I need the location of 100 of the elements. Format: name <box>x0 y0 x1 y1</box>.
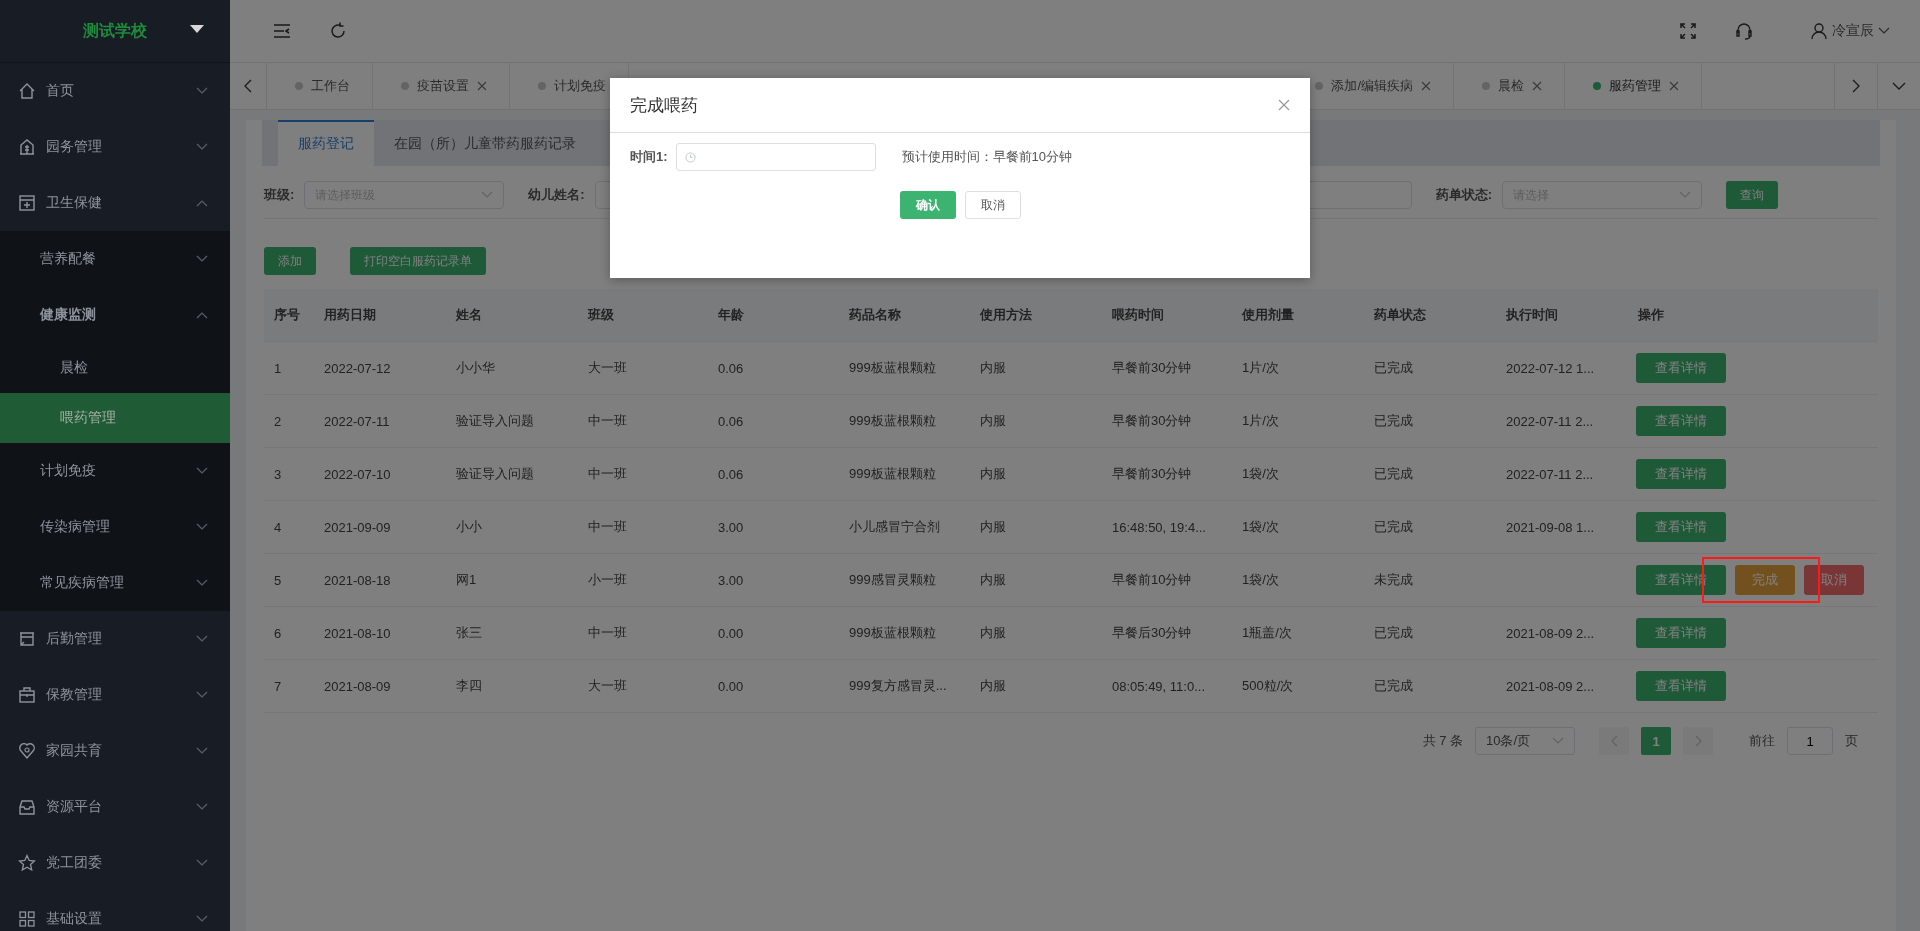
chevron-down-icon[interactable] <box>1878 27 1890 35</box>
close-icon[interactable] <box>1669 81 1679 91</box>
close-icon[interactable] <box>1532 81 1542 91</box>
sidebar-item[interactable]: 基础设置 <box>0 891 230 931</box>
table-cell: 早餐前30分钟 <box>1112 413 1192 428</box>
column-header: 班级 <box>586 306 615 324</box>
table-cell: 0.06 <box>718 413 744 429</box>
table-cell: 内服 <box>980 413 1006 428</box>
filter-label: 药单状态: <box>1435 186 1492 204</box>
inbox-icon <box>18 798 36 816</box>
clock-icon <box>684 151 696 163</box>
cancel-button[interactable]: 取消 <box>964 191 1021 219</box>
school-name: 测试学校 <box>83 20 147 41</box>
table-cell: 500粒/次 <box>1242 678 1294 693</box>
dot-icon <box>538 82 546 90</box>
table-cell: 2021-08-09 2... <box>1506 678 1595 694</box>
sidebar-item[interactable]: 晨检 <box>0 343 230 393</box>
page-tab[interactable]: 工作台 <box>267 63 373 109</box>
table-cell: 早餐后30分钟 <box>1112 625 1192 640</box>
action-button[interactable]: 打印空白服药记录单 <box>350 247 486 275</box>
sidebar-item[interactable]: 传染病管理 <box>0 499 230 555</box>
star-icon <box>18 854 36 872</box>
chevron-left-icon <box>1610 735 1618 747</box>
table-cell: 已完成 <box>1374 625 1413 640</box>
table-cell: 2 <box>274 413 282 429</box>
sidebar-item[interactable]: 首页 <box>0 63 230 119</box>
close-icon[interactable] <box>477 81 487 91</box>
page-tab[interactable]: 疫苗设置 <box>373 63 510 109</box>
chevron-right-icon <box>1852 79 1860 93</box>
table-cell: 2022-07-12 <box>324 360 391 376</box>
home-icon <box>18 82 36 100</box>
dot-icon <box>1315 82 1324 90</box>
content-tab[interactable]: 服药登记 <box>278 120 374 166</box>
sidebar-item[interactable]: 保教管理 <box>0 667 230 723</box>
table-cell: 已完成 <box>1374 360 1413 375</box>
view-button[interactable]: 查看详情 <box>1636 406 1726 436</box>
page-button[interactable]: 1 <box>1641 727 1671 755</box>
search-button[interactable]: 查询 <box>1726 181 1778 209</box>
table-cell: 早餐前30分钟 <box>1112 360 1192 375</box>
sidebar-item[interactable]: 资源平台 <box>0 779 230 835</box>
sidebar-item[interactable]: 喂药管理 <box>0 393 230 443</box>
caret-icon[interactable] <box>190 25 204 33</box>
column-header: 序号 <box>273 306 301 324</box>
table-cell: 早餐前10分钟 <box>1112 572 1192 587</box>
chevron-right-icon <box>1694 735 1702 747</box>
page-tab[interactable]: 服药管理 <box>1565 63 1702 109</box>
table-cell: 已完成 <box>1374 519 1413 534</box>
user-name[interactable]: 冷宣辰 <box>1832 22 1874 40</box>
table-cell: 验证导入问题 <box>456 413 534 428</box>
menu-icon[interactable] <box>272 21 292 41</box>
headset-icon[interactable] <box>1734 21 1754 41</box>
cancel-button[interactable]: 取消 <box>1804 565 1864 595</box>
sidebar-item[interactable]: 计划免疫 <box>0 443 230 499</box>
column-header: 姓名 <box>455 306 483 324</box>
table-cell: 0.00 <box>718 678 744 694</box>
view-button[interactable]: 查看详情 <box>1636 512 1726 542</box>
action-button[interactable]: 添加 <box>264 247 316 275</box>
chevron-left-icon <box>244 79 252 93</box>
table-cell: 1袋/次 <box>1242 572 1279 587</box>
dot-icon <box>1482 82 1490 90</box>
refresh-icon[interactable] <box>328 21 348 41</box>
page-size-select[interactable]: 10条/页 <box>1475 727 1575 755</box>
table-cell: 内服 <box>980 519 1006 534</box>
fullscreen-icon[interactable] <box>1678 21 1698 41</box>
view-button[interactable]: 查看详情 <box>1636 671 1726 701</box>
column-header: 喂药时间 <box>1111 306 1165 324</box>
column-header: 操作 <box>1637 306 1665 324</box>
column-header: 药单状态 <box>1373 306 1427 324</box>
table-cell: 999板蓝根颗粒 <box>849 413 936 428</box>
close-icon[interactable] <box>1421 81 1431 91</box>
sidebar-item[interactable]: 党工团委 <box>0 835 230 891</box>
sidebar-item[interactable]: 家园共育 <box>0 723 230 779</box>
table-cell: 999感冒灵颗粒 <box>849 572 936 587</box>
sidebar-item[interactable]: 营养配餐 <box>0 231 230 287</box>
view-button[interactable]: 查看详情 <box>1636 618 1726 648</box>
table-cell: 内服 <box>980 572 1006 587</box>
table-cell: 2021-08-10 <box>324 625 391 641</box>
table-cell: 3 <box>274 466 282 482</box>
page-input[interactable]: 1 <box>1787 727 1833 755</box>
sidebar-item[interactable]: 后勤管理 <box>0 611 230 667</box>
page-tab[interactable]: 晨检 <box>1454 63 1565 109</box>
table-cell: 内服 <box>980 466 1006 481</box>
sidebar-item[interactable]: 常见疾病管理 <box>0 555 230 611</box>
filter-label: 班级: <box>264 186 295 204</box>
column-header: 使用方法 <box>978 306 1033 324</box>
confirm-button[interactable]: 确认 <box>899 191 956 219</box>
sidebar-item[interactable]: 卫生保健 <box>0 175 230 231</box>
table-cell: 3.00 <box>718 519 744 535</box>
view-button[interactable]: 查看详情 <box>1636 353 1726 383</box>
view-button[interactable]: 查看详情 <box>1636 459 1726 489</box>
table-cell: 早餐前30分钟 <box>1112 466 1192 481</box>
user-icon[interactable] <box>1810 22 1828 40</box>
content-tab[interactable]: 在园（所）儿童带药服药记录 <box>374 120 596 166</box>
table-cell: 4 <box>274 519 282 535</box>
close-icon[interactable] <box>1278 99 1290 111</box>
sidebar-item[interactable]: 健康监测 <box>0 287 230 343</box>
time-field[interactable] <box>675 143 876 171</box>
sidebar-item[interactable]: 园务管理 <box>0 119 230 175</box>
table-cell: 2022-07-12 1... <box>1506 360 1595 376</box>
table-cell: 2022-07-11 <box>324 413 390 429</box>
